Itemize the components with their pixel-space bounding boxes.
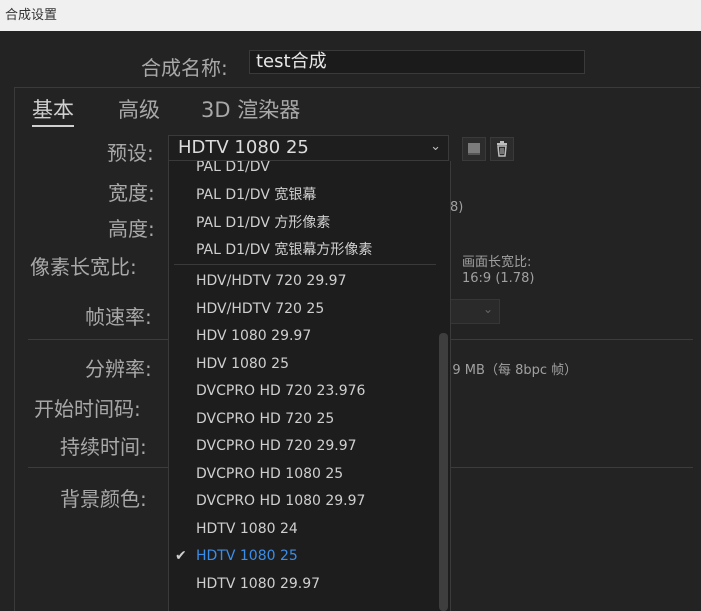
title-bar: 合成设置 (0, 0, 701, 31)
preset-option[interactable]: PAL D1/DV 宽银幕方形像素 (196, 239, 372, 259)
dropdown-scrollbar-track[interactable] (437, 161, 450, 611)
tab-advanced[interactable]: 高级 (118, 94, 160, 124)
preset-option[interactable]: PAL D1/DV 宽银幕 (196, 184, 316, 204)
duration-label: 持续时间: (60, 435, 147, 459)
window-title: 合成设置 (5, 8, 58, 23)
preset-select-value: HDTV 1080 25 (178, 137, 309, 158)
preset-option[interactable]: HDV/HDTV 720 25 (196, 301, 324, 317)
delete-preset-button[interactable] (490, 137, 514, 161)
preset-label: 预设: (107, 141, 154, 165)
preset-option[interactable]: DVCPRO HD 720 29.97 (196, 438, 357, 454)
preset-option[interactable]: HDTV 1080 24 (196, 521, 298, 537)
preset-select[interactable]: HDTV 1080 25 ⌄ (168, 135, 449, 161)
preset-option[interactable]: HDTV 1080 29.97 (196, 576, 320, 592)
frame-aspect-value: 16:9 (1.78) (462, 271, 535, 286)
chevron-down-icon: ⌄ (482, 302, 493, 316)
tab-basic[interactable]: 基本 (32, 94, 74, 127)
dropdown-separator (174, 264, 436, 265)
chevron-down-icon: ⌄ (430, 139, 441, 154)
preset-option[interactable]: HDV 1080 25 (196, 356, 289, 372)
preset-option[interactable]: HDV 1080 29.97 (196, 328, 311, 344)
preset-option[interactable]: DVCPRO HD 720 25 (196, 411, 334, 427)
width-label: 宽度: (108, 181, 155, 205)
background-color-label: 背景颜色: (60, 487, 147, 511)
preset-option[interactable]: PAL D1/DV (196, 161, 270, 175)
pixel-aspect-label: 像素长宽比: (30, 255, 137, 279)
height-label: 高度: (108, 217, 155, 241)
start-timecode-label: 开始时间码: (34, 397, 141, 421)
resolution-info: 7.9 MB（每 8bpc 帧） (440, 363, 578, 378)
frame-aspect-label: 画面长宽比: (462, 255, 532, 270)
preset-option[interactable]: DVCPRO HD 720 23.976 (196, 383, 365, 399)
dropdown-scrollbar-thumb[interactable] (439, 333, 448, 611)
tab-3d-renderer[interactable]: 3D 渲染器 (201, 94, 300, 124)
preset-dropdown-list: PAL D1/DV PAL D1/DV 宽银幕 PAL D1/DV 方形像素 P… (168, 161, 451, 611)
checkmark-icon: ✔ (175, 548, 187, 564)
comp-name-label: 合成名称: (141, 56, 228, 80)
height-partial-text: 8) (450, 200, 464, 215)
preset-option[interactable]: HDV/HDTV 720 29.97 (196, 273, 347, 289)
preset-option-selected[interactable]: HDTV 1080 25 (196, 548, 298, 564)
preset-option[interactable]: PAL D1/DV 方形像素 (196, 212, 330, 232)
save-preset-button[interactable] (462, 137, 486, 161)
comp-name-input[interactable]: test合成 (249, 50, 585, 74)
preset-option[interactable]: DVCPRO HD 1080 29.97 (196, 493, 365, 509)
resolution-label: 分辨率: (85, 357, 152, 381)
save-preset-icon (468, 143, 480, 155)
trash-icon (497, 141, 507, 157)
preset-option[interactable]: DVCPRO HD 1080 25 (196, 466, 343, 482)
frame-rate-label: 帧速率: (85, 305, 152, 329)
